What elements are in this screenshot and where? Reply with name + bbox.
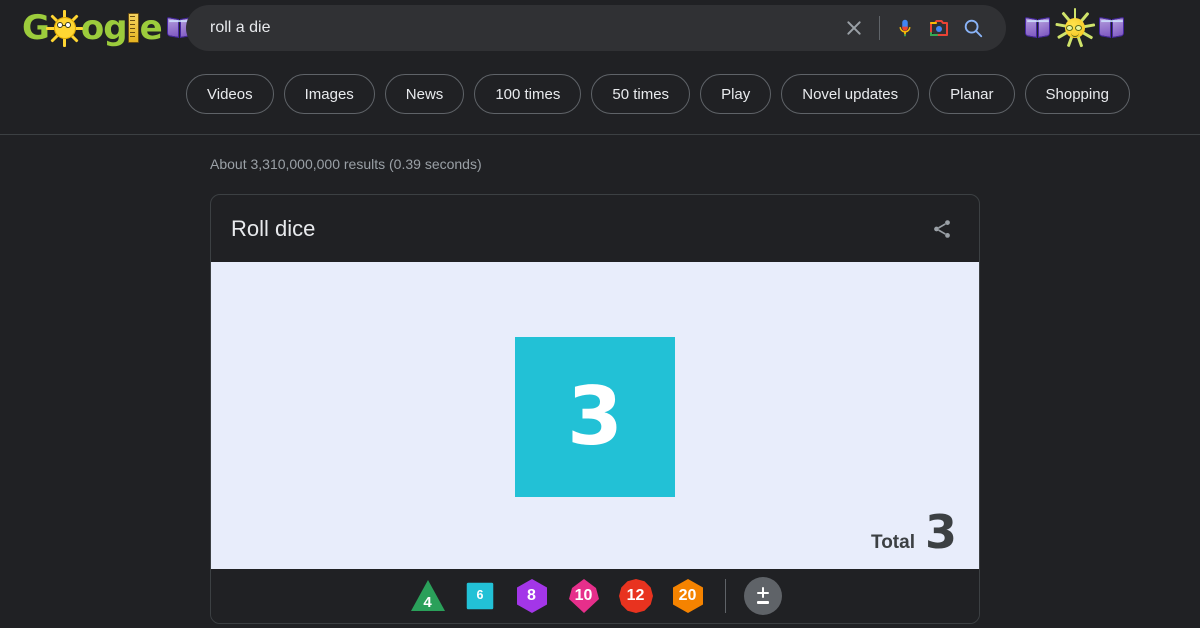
chip-play[interactable]: Play [700, 74, 771, 114]
dice-card-title: Roll dice [231, 216, 315, 242]
sun-with-sunglasses-emoji-icon [1058, 11, 1092, 45]
google-lens-camera-icon [927, 16, 951, 40]
page-header: G o g [0, 0, 1200, 135]
chip-shopping[interactable]: Shopping [1025, 74, 1130, 114]
dice-stage: 3 Total 3 [211, 262, 979, 569]
ruler-doodle-icon [128, 13, 139, 43]
lens-search-button[interactable] [922, 11, 956, 45]
die-option-d4[interactable]: 4 [409, 577, 447, 615]
roll-dice-card: Roll dice 3 Total 3 [210, 194, 980, 624]
search-box[interactable] [186, 5, 1006, 51]
open-book-emoji-icon-right [1098, 14, 1126, 42]
result-stats: About 3,310,000,000 results (0.39 second… [210, 135, 1200, 172]
die-option-d20[interactable]: 20 [669, 577, 707, 615]
chip-100-times[interactable]: 100 times [474, 74, 581, 114]
open-book-emoji-icon-left [1024, 14, 1052, 42]
search-icon [962, 17, 984, 39]
google-wordmark: G o g [22, 11, 162, 45]
chip-videos[interactable]: Videos [186, 74, 274, 114]
results-area: About 3,310,000,000 results (0.39 second… [0, 135, 1200, 624]
total-value: 3 [925, 509, 957, 555]
search-submit-button[interactable] [956, 11, 990, 45]
toolbar-divider [725, 579, 726, 613]
top-bar: G o g [0, 0, 1200, 56]
clear-search-button[interactable] [837, 11, 871, 45]
die-option-d8[interactable]: 8 [513, 577, 551, 615]
search-input[interactable] [210, 16, 837, 40]
chip-news[interactable]: News [385, 74, 465, 114]
rolled-die-d6[interactable]: 3 [515, 337, 675, 497]
voice-search-button[interactable] [888, 11, 922, 45]
dice-card-header: Roll dice [211, 195, 979, 262]
chip-planar[interactable]: Planar [929, 74, 1014, 114]
die-option-d10[interactable]: 10 [565, 577, 603, 615]
chip-images[interactable]: Images [284, 74, 375, 114]
dice-selector-toolbar: 4 6 8 10 [211, 569, 979, 623]
die-option-label: 10 [575, 588, 593, 604]
die-option-label: 8 [527, 588, 536, 604]
plus-minus-icon [754, 587, 772, 605]
plus-minus-button[interactable] [744, 577, 782, 615]
google-doodle-logo[interactable]: G o g [22, 11, 172, 45]
filter-chips: Videos Images News 100 times 50 times Pl… [0, 74, 1200, 114]
die-option-d6[interactable]: 6 [465, 581, 495, 611]
die-option-label: 6 [476, 590, 483, 602]
die-option-label: 4 [423, 595, 431, 610]
search-divider [879, 16, 880, 40]
die-option-label: 12 [627, 588, 645, 604]
chip-50-times[interactable]: 50 times [591, 74, 690, 114]
close-icon [845, 19, 863, 37]
share-button[interactable] [925, 212, 959, 246]
die-option-label: 20 [679, 588, 697, 604]
header-right-icons [1024, 11, 1126, 45]
total-display: Total 3 [871, 509, 957, 555]
die-value: 3 [567, 377, 623, 457]
share-icon [931, 218, 953, 240]
total-label: Total [871, 532, 915, 554]
microphone-icon [894, 17, 916, 39]
chip-novel-updates[interactable]: Novel updates [781, 74, 919, 114]
sun-doodle-icon [50, 13, 80, 43]
die-option-d12[interactable]: 12 [617, 577, 655, 615]
